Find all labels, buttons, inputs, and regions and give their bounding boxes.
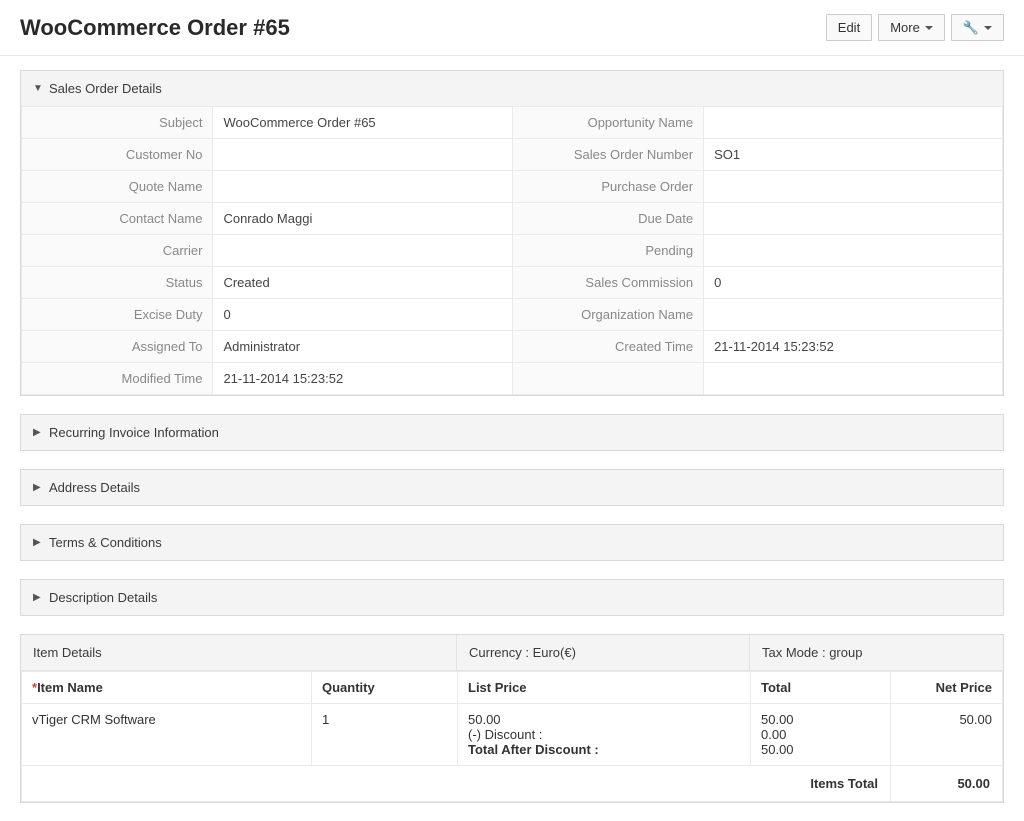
section-header-sales-order-details[interactable]: ▼ Sales Order Details — [21, 71, 1003, 106]
item-row: vTiger CRM Software 1 50.00 (-) Discount… — [22, 704, 1003, 766]
sales-order-details-table: Subject WooCommerce Order #65 Opportunit… — [21, 106, 1003, 395]
col-total: Total — [751, 672, 891, 704]
total-value: 50.00 — [761, 712, 880, 727]
field-label-organization: Organization Name — [512, 299, 704, 331]
item-net-price: 50.00 — [891, 704, 1003, 766]
field-label-customer-no: Customer No — [22, 139, 213, 171]
field-label-pending: Pending — [512, 235, 704, 267]
field-value-status: Created — [213, 267, 512, 299]
field-value-organization — [704, 299, 1003, 331]
section-title: Terms & Conditions — [49, 535, 162, 550]
caret-down-icon — [925, 26, 933, 30]
items-total-row: Items Total 50.00 — [22, 766, 1003, 802]
section-title: Description Details — [49, 590, 157, 605]
field-value-subject: WooCommerce Order #65 — [213, 107, 512, 139]
discount-amount: 0.00 — [761, 727, 880, 742]
field-label-excise-duty: Excise Duty — [22, 299, 213, 331]
section-item-details: Item Details Currency : Euro(€) Tax Mode… — [20, 634, 1004, 803]
field-value-empty — [704, 363, 1003, 395]
field-label-due-date: Due Date — [512, 203, 704, 235]
col-quantity: Quantity — [312, 672, 458, 704]
field-value-quote-name — [213, 171, 512, 203]
field-label-assigned-to: Assigned To — [22, 331, 213, 363]
section-address: ▶ Address Details — [20, 469, 1004, 506]
field-value-carrier — [213, 235, 512, 267]
discount-label: (-) Discount : — [468, 727, 740, 742]
field-label-contact-name: Contact Name — [22, 203, 213, 235]
disclosure-down-icon: ▼ — [33, 83, 43, 94]
col-net-price: Net Price — [891, 672, 1003, 704]
field-value-sales-commission: 0 — [704, 267, 1003, 299]
field-value-purchase-order — [704, 171, 1003, 203]
field-value-excise-duty: 0 — [213, 299, 512, 331]
field-value-customer-no — [213, 139, 512, 171]
items-header-item-details: Item Details — [21, 635, 457, 670]
section-header-address[interactable]: ▶ Address Details — [21, 470, 1003, 505]
settings-button[interactable]: 🔧 — [951, 14, 1004, 41]
header-actions: Edit More 🔧 — [826, 14, 1004, 41]
section-title: Recurring Invoice Information — [49, 425, 219, 440]
wrench-icon: 🔧 — [963, 21, 979, 34]
items-header-currency: Currency : Euro(€) — [457, 635, 750, 670]
section-sales-order-details: ▼ Sales Order Details Subject WooCommerc… — [20, 70, 1004, 396]
field-label-status: Status — [22, 267, 213, 299]
field-label-quote-name: Quote Name — [22, 171, 213, 203]
field-label-modified-time: Modified Time — [22, 363, 213, 395]
field-label-sales-commission: Sales Commission — [512, 267, 704, 299]
field-value-opportunity — [704, 107, 1003, 139]
total-after-discount-label: Total After Discount : — [468, 742, 740, 757]
field-value-so-number: SO1 — [704, 139, 1003, 171]
item-quantity: 1 — [312, 704, 458, 766]
items-total-label: Items Total — [22, 766, 891, 802]
items-table: *Item Name Quantity List Price Total Net… — [21, 671, 1003, 802]
item-total: 50.00 0.00 50.00 — [751, 704, 891, 766]
field-value-contact-name: Conrado Maggi — [213, 203, 512, 235]
page-title: WooCommerce Order #65 — [20, 15, 290, 41]
col-item-name-label: Item Name — [37, 680, 103, 695]
disclosure-right-icon: ▶ — [33, 592, 43, 603]
field-label-purchase-order: Purchase Order — [512, 171, 704, 203]
items-header-row: Item Details Currency : Euro(€) Tax Mode… — [21, 635, 1003, 671]
section-header-description[interactable]: ▶ Description Details — [21, 580, 1003, 615]
disclosure-right-icon: ▶ — [33, 482, 43, 493]
items-header-taxmode: Tax Mode : group — [750, 635, 1003, 670]
field-label-so-number: Sales Order Number — [512, 139, 704, 171]
field-label-opportunity: Opportunity Name — [512, 107, 704, 139]
more-button[interactable]: More — [878, 14, 945, 41]
section-description: ▶ Description Details — [20, 579, 1004, 616]
field-value-due-date — [704, 203, 1003, 235]
field-value-modified-time: 21-11-2014 15:23:52 — [213, 363, 512, 395]
section-terms: ▶ Terms & Conditions — [20, 524, 1004, 561]
edit-button[interactable]: Edit — [826, 14, 872, 41]
item-list-price: 50.00 (-) Discount : Total After Discoun… — [458, 704, 751, 766]
section-recurring: ▶ Recurring Invoice Information — [20, 414, 1004, 451]
section-header-terms[interactable]: ▶ Terms & Conditions — [21, 525, 1003, 560]
caret-down-icon — [984, 26, 992, 30]
section-header-recurring[interactable]: ▶ Recurring Invoice Information — [21, 415, 1003, 450]
field-value-created-time: 21-11-2014 15:23:52 — [704, 331, 1003, 363]
col-item-name: *Item Name — [22, 672, 312, 704]
col-list-price: List Price — [458, 672, 751, 704]
field-label-carrier: Carrier — [22, 235, 213, 267]
items-total-value: 50.00 — [891, 766, 1003, 802]
field-label-empty — [512, 363, 704, 395]
page-header: WooCommerce Order #65 Edit More 🔧 — [0, 0, 1024, 56]
items-columns-row: *Item Name Quantity List Price Total Net… — [22, 672, 1003, 704]
more-button-label: More — [890, 20, 920, 35]
content-area: ▼ Sales Order Details Subject WooCommerc… — [0, 56, 1024, 803]
disclosure-right-icon: ▶ — [33, 427, 43, 438]
disclosure-right-icon: ▶ — [33, 537, 43, 548]
section-title: Address Details — [49, 480, 140, 495]
edit-button-label: Edit — [838, 20, 860, 35]
list-price-value: 50.00 — [468, 712, 740, 727]
item-name: vTiger CRM Software — [22, 704, 312, 766]
section-title: Sales Order Details — [49, 81, 162, 96]
total-after-discount: 50.00 — [761, 742, 880, 757]
field-label-created-time: Created Time — [512, 331, 704, 363]
field-value-pending — [704, 235, 1003, 267]
field-value-assigned-to: Administrator — [213, 331, 512, 363]
field-label-subject: Subject — [22, 107, 213, 139]
